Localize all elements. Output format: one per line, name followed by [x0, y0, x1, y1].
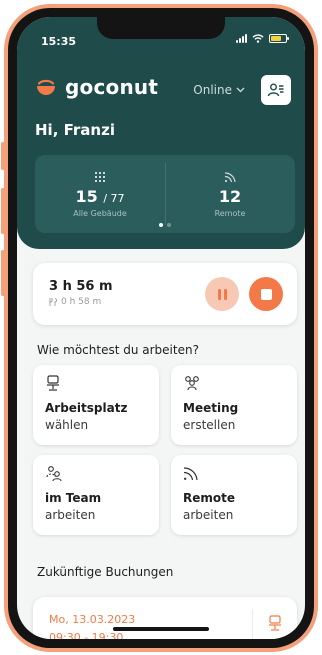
- tile-subtitle: arbeiten: [45, 508, 96, 522]
- tile-title: Meeting: [183, 401, 239, 415]
- phone-bezel: 15:35 goconut Online Hi, Franzi 15 / 77 …: [8, 8, 314, 648]
- bookings-section-title: Zukünftige Buchungen: [37, 565, 174, 579]
- notch: [97, 17, 225, 39]
- stat-value-number: 15: [75, 186, 98, 206]
- chair-icon: [47, 375, 59, 391]
- tile-title: Remote: [183, 491, 236, 505]
- booking-date: Mo, 13.03.2023: [49, 613, 136, 626]
- pause-button[interactable]: [205, 277, 239, 311]
- user-list-icon: [267, 83, 284, 97]
- work-timer-card: 3 h 56 m 0 h 58 m: [33, 263, 297, 325]
- brand-name: goconut: [65, 75, 159, 99]
- profile-button[interactable]: [261, 75, 291, 105]
- signal-icon: [236, 34, 247, 43]
- tile-subtitle: arbeiten: [183, 508, 234, 522]
- battery-icon: [269, 34, 289, 43]
- pause-icon-bar: [223, 288, 227, 300]
- chevron-down-icon: [236, 87, 245, 93]
- phone-frame: 15:35 goconut Online Hi, Franzi 15 / 77 …: [4, 4, 318, 652]
- stats-card[interactable]: 15 / 77 Alle Gebäude 12 Remote: [35, 155, 295, 233]
- status-icons: [236, 34, 289, 43]
- tile-meeting[interactable]: Meeting erstellen: [171, 365, 297, 445]
- stat-remote-label: Remote: [214, 208, 246, 218]
- tile-workspace[interactable]: Arbeitsplatz wählen: [33, 365, 159, 445]
- booking-card[interactable]: Mo, 13.03.2023 09:30 - 19:30: [33, 597, 297, 639]
- people-icon: [185, 376, 199, 391]
- stat-remote-value: 12: [218, 186, 242, 206]
- tile-team[interactable]: im Team arbeiten: [33, 455, 159, 535]
- wifi-icon: [183, 467, 198, 481]
- carousel-dots[interactable]: [159, 223, 171, 227]
- tile-subtitle: erstellen: [183, 418, 236, 432]
- stat-buildings-value: 15 / 77: [75, 187, 124, 206]
- wifi-status-icon: [252, 34, 264, 43]
- tile-subtitle: wählen: [45, 418, 89, 432]
- timer-break: 0 h 58 m: [49, 297, 101, 307]
- stat-value-total: / 77: [103, 191, 125, 205]
- stop-icon: [260, 288, 272, 300]
- goconut-logo-icon: [37, 79, 55, 95]
- chair-icon[interactable]: [267, 615, 283, 631]
- pause-icon-bar: [217, 288, 221, 300]
- break-time: 0 h 58 m: [61, 297, 102, 307]
- wifi-icon: [224, 171, 236, 182]
- stat-remote[interactable]: 12 Remote: [165, 155, 295, 233]
- booking-divider: [252, 609, 253, 639]
- brand-logo: goconut: [35, 75, 158, 99]
- team-icon: [46, 466, 62, 481]
- cutlery-icon: [49, 298, 57, 306]
- booking-time: 09:30 - 19:30: [49, 631, 124, 639]
- status-time: 15:35: [41, 35, 77, 48]
- home-indicator[interactable]: [113, 627, 209, 631]
- stat-buildings-label: Alle Gebäude: [73, 208, 127, 218]
- stop-button[interactable]: [249, 277, 283, 311]
- carousel-dot[interactable]: [159, 223, 163, 227]
- header: 15:35 goconut Online Hi, Franzi 15 / 77 …: [17, 17, 305, 249]
- stat-buildings[interactable]: 15 / 77 Alle Gebäude: [35, 155, 165, 233]
- greeting: Hi, Franzi: [35, 121, 115, 139]
- timer-elapsed: 3 h 56 m: [49, 279, 113, 294]
- work-section-title: Wie möchtest du arbeiten?: [37, 343, 199, 357]
- app-screen: 15:35 goconut Online Hi, Franzi 15 / 77 …: [17, 17, 305, 639]
- online-label: Online: [193, 83, 232, 97]
- online-status-dropdown[interactable]: Online: [193, 83, 245, 97]
- tile-title: Arbeitsplatz: [45, 401, 128, 415]
- building-grid-icon: [95, 171, 105, 182]
- tile-title: im Team: [45, 491, 102, 505]
- tile-remote[interactable]: Remote arbeiten: [171, 455, 297, 535]
- carousel-dot[interactable]: [167, 223, 171, 227]
